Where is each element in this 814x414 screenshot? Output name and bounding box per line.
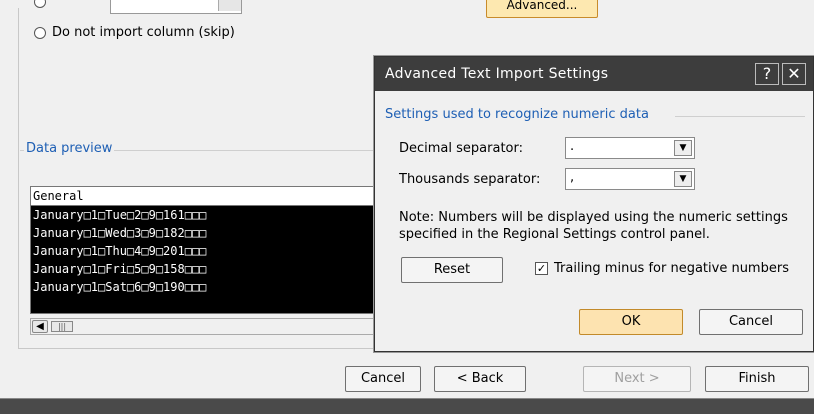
check-icon[interactable]: ✓ <box>535 262 548 275</box>
dialog-title-bar[interactable]: Advanced Text Import Settings ? ✕ <box>375 57 813 91</box>
next-button[interactable]: Next > <box>583 366 691 392</box>
advanced-settings-dialog: Advanced Text Import Settings ? ✕ Settin… <box>374 56 814 352</box>
back-button[interactable]: < Back <box>434 366 526 392</box>
scroll-thumb[interactable]: ||| <box>51 321 73 332</box>
thousands-separator-combo[interactable]: , ▼ <box>565 168 695 190</box>
preview-row: January□1□Wed□3□9□182□□□ <box>33 226 207 240</box>
left-arrow-icon[interactable]: ◀ <box>32 320 48 333</box>
thousands-separator-value: , <box>570 170 575 185</box>
preview-title: Data preview <box>24 141 115 156</box>
close-icon[interactable]: ✕ <box>782 63 806 85</box>
decimal-separator-label: Decimal separator: <box>399 141 523 156</box>
preview-row: January□1□Tue□2□9□161□□□ <box>33 208 207 222</box>
numeric-group-title: Settings used to recognize numeric data <box>385 107 649 122</box>
preview-row: January□1□Fri□5□9□158□□□ <box>33 262 207 276</box>
group-divider <box>675 116 805 117</box>
preview-column-header[interactable]: General <box>31 187 377 206</box>
trailing-minus-checkbox[interactable]: ✓ Trailing minus for negative numbers <box>535 261 789 276</box>
decimal-separator-combo[interactable]: . ▼ <box>565 137 695 159</box>
cancel-button[interactable]: Cancel <box>345 366 421 392</box>
finish-button[interactable]: Finish <box>705 366 809 392</box>
decimal-separator-value: . <box>570 139 575 154</box>
trailing-minus-label: Trailing minus for negative numbers <box>554 261 789 276</box>
reset-button[interactable]: Reset <box>401 257 503 283</box>
radio-date[interactable] <box>34 0 46 8</box>
chevron-down-icon[interactable]: ▼ <box>674 140 692 156</box>
thousands-separator-label: Thousands separator: <box>399 172 541 187</box>
ok-button[interactable]: OK <box>579 309 683 335</box>
radio-date-row[interactable] <box>34 0 46 8</box>
preview-row: January□1□Sat□6□9□190□□□ <box>33 280 207 294</box>
dialog-title: Advanced Text Import Settings <box>385 66 609 82</box>
help-icon[interactable]: ? <box>755 63 779 85</box>
horizontal-scrollbar[interactable]: ◀ ||| <box>30 318 376 335</box>
dialog-cancel-button[interactable]: Cancel <box>699 309 803 335</box>
chevron-down-icon[interactable]: ▼ <box>674 171 692 187</box>
data-preview-grid[interactable]: General January□1□Tue□2□9□161□□□ January… <box>30 186 378 314</box>
regional-settings-note: Note: Numbers will be displayed using th… <box>399 210 788 242</box>
preview-row: January□1□Thu□4□9□201□□□ <box>33 244 207 258</box>
